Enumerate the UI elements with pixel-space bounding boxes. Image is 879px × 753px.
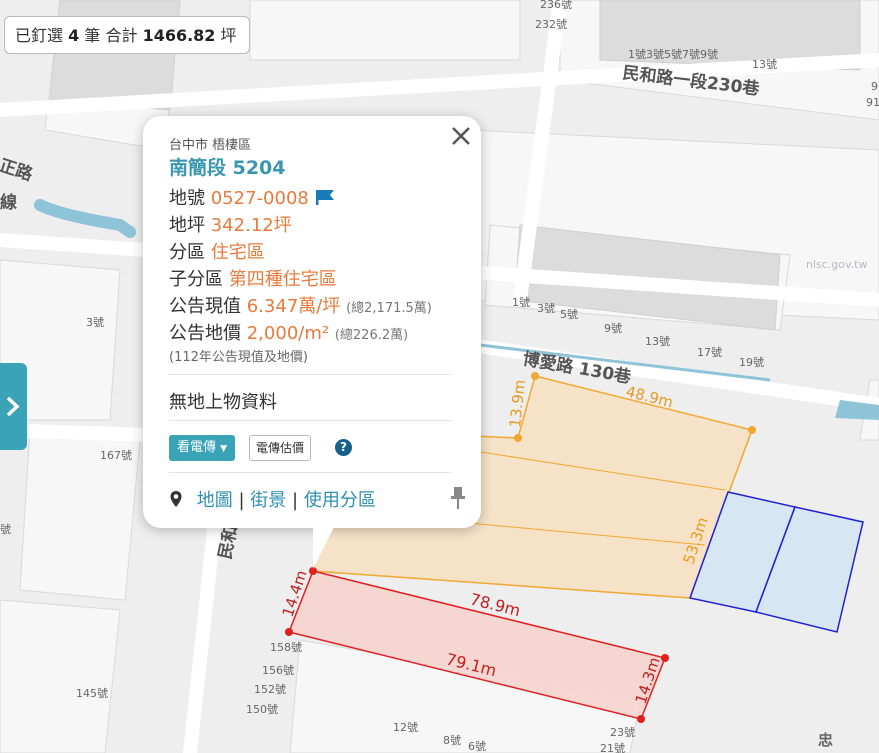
row-lot-number: 地號 0527-0008: [169, 184, 335, 210]
row-total: (總226.2萬): [334, 328, 409, 343]
summary-count: 4: [68, 26, 80, 45]
row-announced-price: 公告地價 2,000/m² (總226.2萬): [169, 319, 408, 345]
caret-down-icon: ▼: [220, 444, 228, 454]
house-number: 91: [866, 96, 879, 109]
close-icon[interactable]: [449, 124, 473, 148]
house-number: 3號: [86, 316, 104, 329]
house-number: 號: [0, 523, 11, 536]
chevron-right-icon: [6, 396, 20, 417]
row-label: 子分區: [169, 269, 223, 290]
row-label: 地號: [169, 188, 205, 209]
house-number: 9號: [604, 322, 622, 335]
house-number: 152號: [254, 683, 286, 696]
pin-icon[interactable]: [449, 486, 467, 510]
house-number: 13號: [752, 58, 777, 71]
house-number: 3號: [537, 302, 555, 315]
house-number: 1號3號5號7號9號: [628, 48, 718, 61]
pinned-summary: 已釘選 4 筆 合計 1466.82 坪: [4, 16, 250, 54]
house-number: 167號: [100, 449, 132, 462]
summary-total-value: 1466.82: [142, 26, 216, 45]
street-view-link[interactable]: 街景: [250, 490, 286, 511]
house-number: 5號: [560, 308, 578, 321]
row-announced-value: 公告現值 6.347萬/坪 (總2,171.5萬): [169, 292, 432, 318]
house-number: 150號: [246, 703, 278, 716]
divider: [169, 472, 451, 473]
row-value: 342.12坪: [210, 215, 292, 236]
row-area: 地坪 342.12坪: [169, 211, 292, 237]
popup-region: 台中市 梧棲區: [169, 138, 252, 153]
summary-prefix: 已釘選: [15, 26, 64, 45]
house-number: 21號: [600, 742, 625, 753]
row-value: 2,000/m²: [246, 323, 330, 344]
row-label: 公告現值: [169, 296, 241, 317]
no-building-data: 無地上物資料: [169, 392, 277, 413]
house-number: 236號: [540, 0, 572, 11]
row-value: 住宅區: [210, 242, 265, 263]
summary-count-unit: 筆: [84, 26, 101, 45]
link-separator: |: [238, 490, 245, 511]
house-number: 9: [871, 80, 878, 93]
popup-note: (112年公告現值及地價): [169, 350, 308, 365]
house-number: 6號: [468, 740, 486, 753]
house-number: 23號: [610, 726, 635, 739]
row-value: 第四種住宅區: [228, 269, 337, 290]
house-number: 145號: [76, 687, 108, 700]
house-number: 忠: [818, 731, 833, 749]
house-number: 12號: [393, 721, 418, 734]
popup-links: 地圖 | 街景 | 使用分區: [169, 486, 376, 512]
house-number: 19號: [739, 356, 764, 369]
row-subzone: 子分區 第四種住宅區: [169, 265, 337, 291]
row-value: 6.347萬/坪: [246, 296, 341, 317]
telegram-estimate-button[interactable]: 電傳估價: [249, 435, 312, 461]
summary-total-unit: 坪: [220, 26, 237, 45]
parcel-info-popup: 台中市 梧棲區 南簡段 5204 地號 0527-0008 地坪 342.12坪…: [143, 116, 481, 569]
house-number: 156號: [262, 664, 294, 677]
map-link[interactable]: 地圖: [197, 490, 233, 511]
map-watermark: nlsc.gov.tw: [806, 258, 867, 271]
flag-icon[interactable]: [315, 189, 335, 205]
view-telegram-button[interactable]: 看電傳 ▼: [169, 435, 236, 461]
row-label: 公告地價: [169, 323, 241, 344]
map-marker-icon: [170, 491, 182, 507]
house-number: 232號: [535, 18, 567, 31]
row-label: 分區: [169, 242, 205, 263]
divider: [169, 420, 451, 421]
zoning-link[interactable]: 使用分區: [304, 490, 376, 511]
row-zone: 分區 住宅區: [169, 238, 265, 264]
house-number: 1號: [512, 296, 530, 309]
house-number: 158號: [270, 641, 302, 654]
view-telegram-label: 看電傳: [177, 440, 217, 455]
house-number: 8號: [443, 734, 461, 747]
divider: [169, 374, 451, 375]
row-label: 地坪: [169, 215, 205, 236]
side-panel-toggle[interactable]: [0, 363, 27, 450]
popup-parcel-title: 南簡段 5204: [169, 157, 286, 179]
help-icon[interactable]: ?: [335, 439, 352, 456]
row-value: 0527-0008: [210, 188, 309, 209]
house-number: 17號: [697, 346, 722, 359]
road-label-xian: 線: [0, 192, 17, 213]
house-number: 13號: [645, 335, 670, 348]
link-separator: |: [292, 490, 299, 511]
summary-total-label: 合計: [105, 26, 138, 45]
row-total: (總2,171.5萬): [346, 301, 432, 316]
popup-tail: [313, 521, 337, 569]
